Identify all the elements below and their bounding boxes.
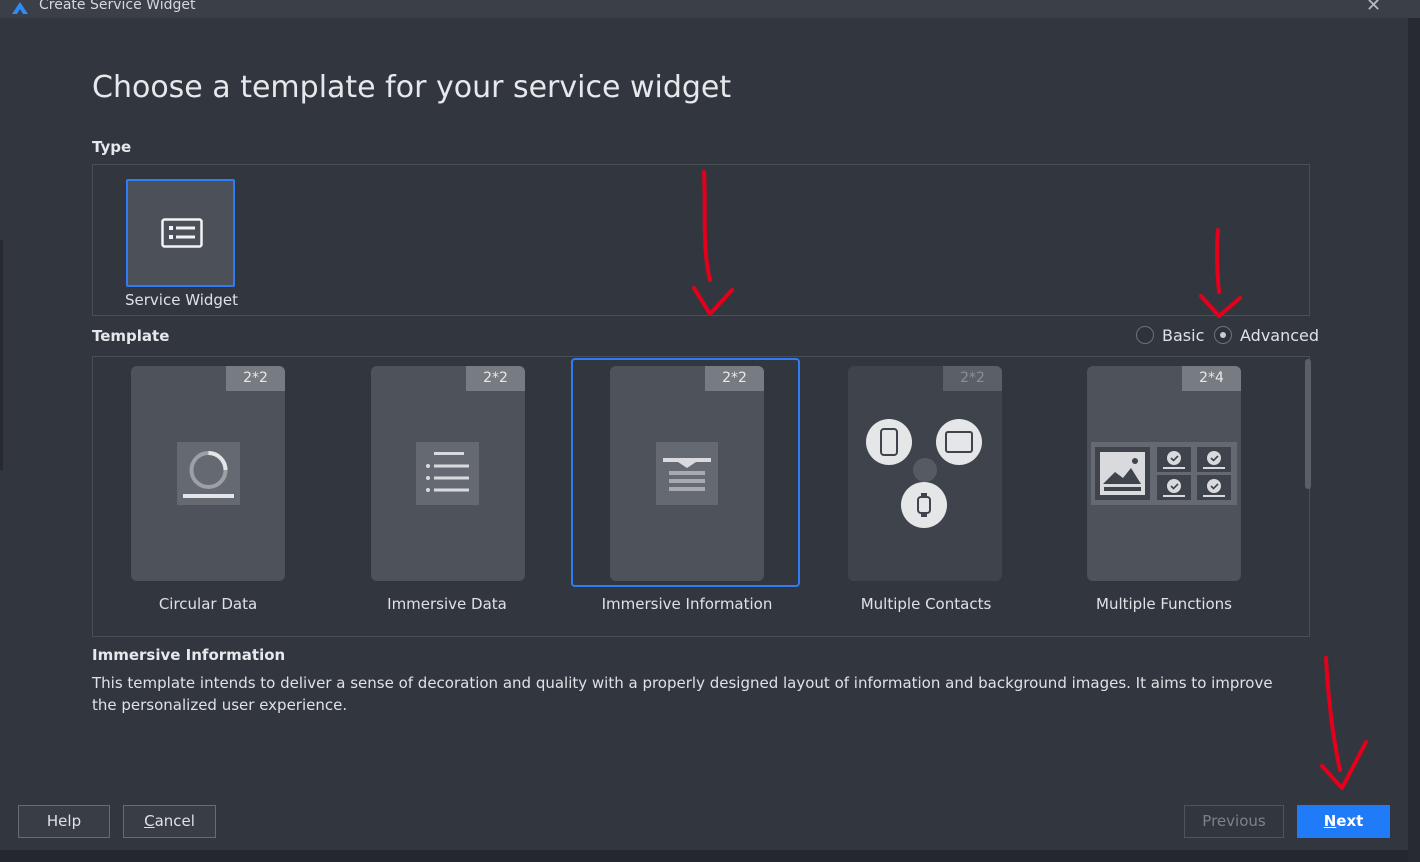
radio-advanced-label: Advanced [1240,326,1320,345]
size-badge: 2*2 [705,366,764,391]
text-block-icon [656,442,718,505]
template-label: Template [92,327,170,345]
cancel-mnemonic: C [144,812,155,830]
size-badge: 2*2 [226,366,285,391]
next-button[interactable]: Next [1297,805,1390,838]
window-title: Create Service Widget [39,0,196,13]
circular-progress-icon [177,442,240,505]
type-card-service-widget[interactable] [126,179,235,287]
type-label: Type [92,138,132,156]
close-icon[interactable]: ✕ [1366,0,1381,16]
type-item-label: Service Widget [125,291,239,309]
next-label-rest: ext [1336,812,1364,830]
radio-advanced[interactable] [1214,326,1232,344]
app-logo-icon [10,0,30,19]
template-card-immersive-data[interactable]: 2*2 [371,366,525,581]
image-grid-icon [1091,442,1237,505]
template-card-multiple-contacts[interactable]: 2*2 [848,366,1002,581]
description-text: This template intends to deliver a sense… [92,674,1273,714]
description-title: Immersive Information [92,646,286,664]
list-lines-icon [416,442,479,505]
template-label-multiple-functions: Multiple Functions [1096,595,1232,613]
template-label-multiple-contacts: Multiple Contacts [860,595,992,613]
devices-icon [866,419,982,528]
template-label-immersive-information: Immersive Information [601,595,773,613]
next-mnemonic: N [1323,812,1337,830]
template-card-circular-data[interactable]: 2*2 [131,366,285,581]
cancel-button[interactable]: Cancel [123,805,216,838]
page-title: Choose a template for your service widge… [92,70,732,105]
list-card-icon [161,218,203,248]
left-edge [0,240,3,470]
radio-basic-label: Basic [1162,326,1205,345]
cancel-label-rest: ancel [154,812,195,830]
previous-button[interactable]: Previous [1184,805,1284,838]
size-badge: 2*4 [1182,366,1241,391]
bottom-strip [0,850,1408,862]
title-bar: Create Service Widget ✕ [0,0,1420,18]
template-label-immersive-data: Immersive Data [387,595,507,613]
size-badge: 2*2 [466,366,525,391]
gallery-scrollbar[interactable] [1305,359,1311,489]
right-gutter [1408,18,1420,862]
help-button[interactable]: Help [18,805,110,838]
radio-basic[interactable] [1136,326,1154,344]
template-card-multiple-functions[interactable]: 2*4 [1087,366,1241,581]
template-gallery: 2*2 Circular Data 2*2 Immersive Data 2*2 [92,356,1311,637]
template-card-immersive-information[interactable]: 2*2 [610,366,764,581]
template-label-circular-data: Circular Data [158,595,258,613]
size-badge: 2*2 [943,366,1002,391]
type-panel: Service Widget [92,164,1310,316]
